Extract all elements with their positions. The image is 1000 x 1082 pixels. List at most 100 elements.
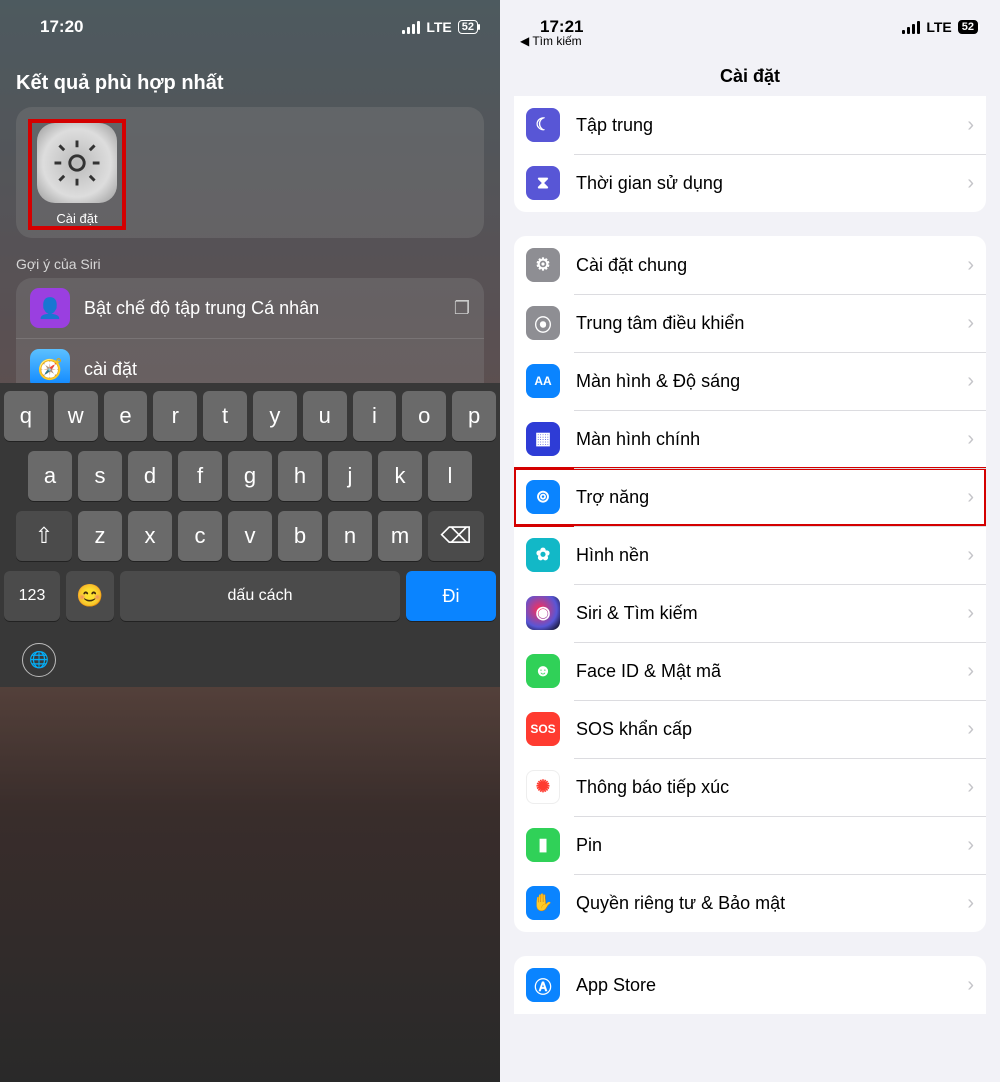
row-label: App Store (576, 975, 951, 996)
key-r[interactable]: r (153, 391, 197, 441)
key-s[interactable]: s (78, 451, 122, 501)
chevron-right-icon: › (967, 776, 974, 799)
chevron-right-icon: › (967, 114, 974, 137)
key-k[interactable]: k (378, 451, 422, 501)
back-to-search[interactable]: ◀ Tìm kiếm (520, 34, 582, 48)
chevron-right-icon: › (967, 312, 974, 335)
key-g[interactable]: g (228, 451, 272, 501)
suggestion-label: cài đặt (84, 359, 137, 380)
key-f[interactable]: f (178, 451, 222, 501)
row-label: SOS khẩn cấp (576, 719, 951, 740)
general-icon: ⚙ (526, 248, 560, 282)
row-label: Thời gian sử dụng (576, 173, 951, 194)
network-label: LTE (926, 19, 951, 35)
chevron-right-icon: › (967, 718, 974, 741)
home-icon: ▦ (526, 422, 560, 456)
row-label: Siri & Tìm kiếm (576, 603, 951, 624)
numbers-key[interactable]: 123 (4, 571, 60, 621)
face-icon: ☻ (526, 654, 560, 688)
stack-icon: ❐ (454, 298, 470, 319)
chevron-right-icon: › (967, 834, 974, 857)
battery-icon: ▮ (526, 828, 560, 862)
key-b[interactable]: b (278, 511, 322, 561)
settings-row-ctrl[interactable]: ⦿Trung tâm điều khiển› (514, 294, 986, 352)
settings-row-display[interactable]: AAMàn hình & Độ sáng› (514, 352, 986, 410)
status-icons: LTE 52 (402, 19, 478, 35)
ctrl-icon: ⦿ (526, 306, 560, 340)
settings-row-wall[interactable]: ✿Hình nền› (514, 526, 986, 584)
row-label: Quyền riêng tư & Bảo mật (576, 893, 951, 914)
settings-row-focus[interactable]: ☾Tập trung› (514, 96, 986, 154)
settings-row-appstore[interactable]: ⒶApp Store› (514, 956, 986, 1014)
key-n[interactable]: n (328, 511, 372, 561)
status-time: 17:20 (40, 17, 83, 37)
row-label: Trợ năng (576, 487, 951, 508)
settings-group-1: ☾Tập trung›⧗Thời gian sử dụng› (514, 96, 986, 212)
key-x[interactable]: x (128, 511, 172, 561)
privacy-icon: ✋ (526, 886, 560, 920)
settings-row-privacy[interactable]: ✋ Quyền riêng tư & Bảo mật › (514, 874, 986, 932)
chevron-right-icon: › (967, 892, 974, 915)
key-l[interactable]: l (428, 451, 472, 501)
key-d[interactable]: d (128, 451, 172, 501)
key-h[interactable]: h (278, 451, 322, 501)
key-w[interactable]: w (54, 391, 98, 441)
chevron-right-icon: › (967, 172, 974, 195)
settings-row-home[interactable]: ▦ Màn hình chính › (514, 410, 986, 468)
key-e[interactable]: e (104, 391, 148, 441)
row-label: Pin (576, 835, 951, 856)
key-v[interactable]: v (228, 511, 272, 561)
appstore-icon: Ⓐ (526, 968, 560, 1002)
top-result-card: Cài đặt (16, 107, 484, 238)
key-m[interactable]: m (378, 511, 422, 561)
key-u[interactable]: u (303, 391, 347, 441)
settings-row-sos[interactable]: SOS SOS khẩn cấp › (514, 700, 986, 758)
space-key[interactable]: dấu cách (120, 571, 400, 621)
page-title: Cài đặt (500, 46, 1000, 102)
key-z[interactable]: z (78, 511, 122, 561)
globe-icon[interactable]: 🌐 (22, 643, 56, 677)
key-y[interactable]: y (253, 391, 297, 441)
settings-app-result[interactable]: Cài đặt (32, 123, 122, 226)
display-icon: AA (526, 364, 560, 398)
chevron-right-icon: › (967, 428, 974, 451)
spotlight-screen: 17:20 LTE 52 Kết quả phù hợp nhất Cài đặ… (0, 0, 500, 1082)
screen-icon: ⧗ (526, 166, 560, 200)
key-q[interactable]: q (4, 391, 48, 441)
statusbar-left: 17:20 LTE 52 (0, 0, 500, 46)
go-key[interactable]: Đi (406, 571, 496, 621)
settings-row-face[interactable]: ☻Face ID & Mật mã› (514, 642, 986, 700)
settings-group-2: ⚙Cài đặt chung›⦿Trung tâm điều khiển›AAM… (514, 236, 986, 932)
shift-key[interactable]: ⇧ (16, 511, 72, 561)
chevron-right-icon: › (967, 370, 974, 393)
key-a[interactable]: a (28, 451, 72, 501)
row-label: Cài đặt chung (576, 255, 951, 276)
sos-icon: SOS (526, 712, 560, 746)
siri-section-header: Gợi ý của Siri (0, 254, 500, 278)
settings-row-battery[interactable]: ▮ Pin › (514, 816, 986, 874)
settings-row-exposure[interactable]: ✺ Thông báo tiếp xúc › (514, 758, 986, 816)
key-o[interactable]: o (402, 391, 446, 441)
row-label: Thông báo tiếp xúc (576, 777, 951, 798)
key-j[interactable]: j (328, 451, 372, 501)
exposure-icon: ✺ (526, 770, 560, 804)
settings-row-screen[interactable]: ⧗ Thời gian sử dụng › (514, 154, 986, 212)
key-c[interactable]: c (178, 511, 222, 561)
emoji-key[interactable]: 😊 (66, 571, 114, 621)
delete-key[interactable]: ⌫ (428, 511, 484, 561)
settings-row-siri[interactable]: ◉Siri & Tìm kiếm› (514, 584, 986, 642)
row-label: Tập trung (576, 115, 951, 136)
key-p[interactable]: p (452, 391, 496, 441)
chevron-right-icon: › (967, 254, 974, 277)
settings-screen: 17:21 LTE 52 ◀ Tìm kiếm Cài đặt ☾Tập tru… (500, 0, 1000, 1082)
settings-app-label: Cài đặt (32, 211, 122, 226)
chevron-right-icon: › (967, 544, 974, 567)
settings-row-general[interactable]: ⚙ Cài đặt chung › (514, 236, 986, 294)
settings-row-access[interactable]: ⊚Trợ năng› (514, 468, 986, 526)
siri-suggestion[interactable]: 👤Bật chế độ tập trung Cá nhân❐ (16, 278, 484, 339)
person-icon: 👤 (30, 288, 70, 328)
row-label: Màn hình chính (576, 429, 951, 450)
key-t[interactable]: t (203, 391, 247, 441)
key-i[interactable]: i (353, 391, 397, 441)
status-icons: LTE 52 (902, 19, 978, 35)
